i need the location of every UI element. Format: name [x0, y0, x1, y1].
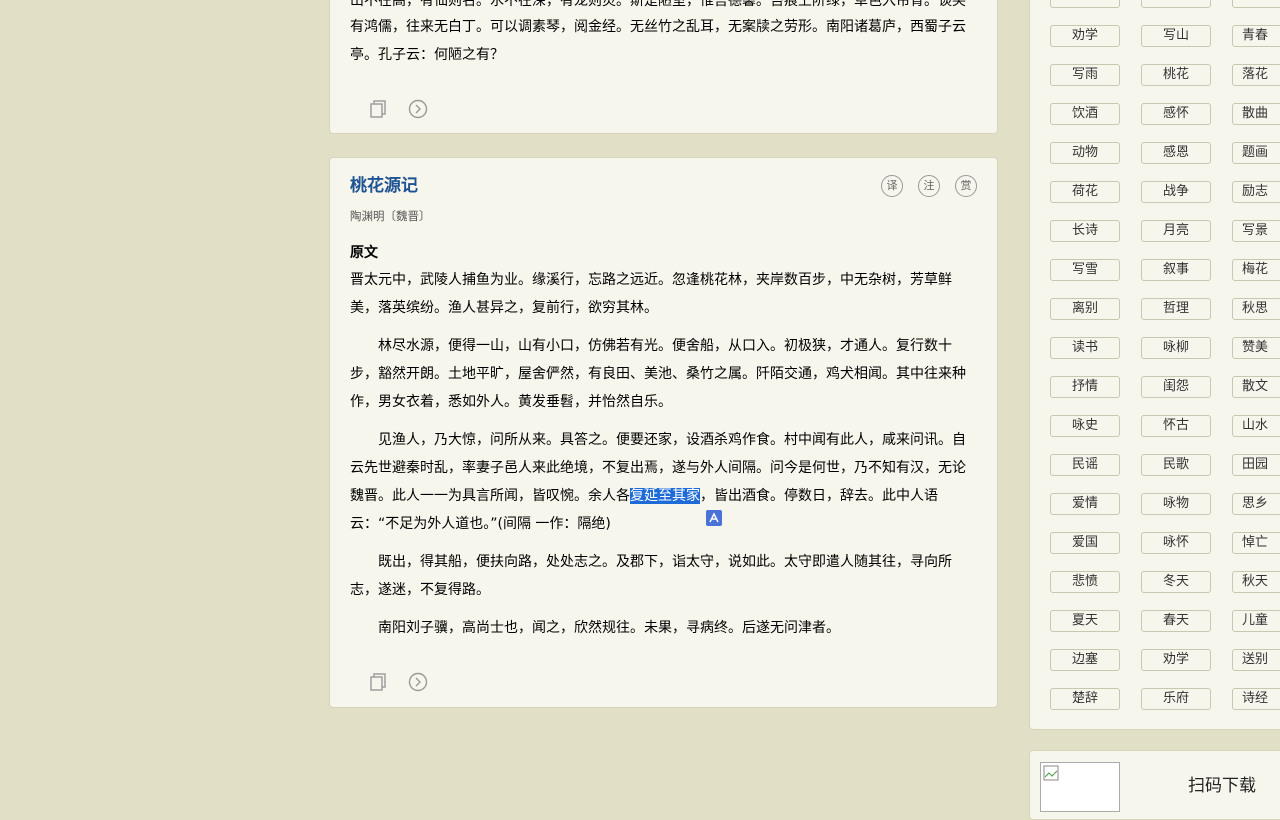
tag-link[interactable]: 散曲: [1232, 103, 1280, 125]
tag-link[interactable]: 叙事: [1141, 259, 1211, 281]
tag-link[interactable]: 民谣: [1050, 454, 1120, 476]
section-label-original: 原文: [350, 245, 378, 261]
tag-link[interactable]: 月亮: [1141, 220, 1211, 242]
poem-title[interactable]: 桃花源记: [350, 171, 418, 196]
tag-link[interactable]: 秋思: [1232, 298, 1280, 320]
qr-download-label: 扫码下载: [1188, 776, 1256, 796]
tag-link[interactable]: 爱国: [1050, 532, 1120, 554]
tag-link[interactable]: 怀古: [1141, 415, 1211, 437]
tag-link[interactable]: 山水: [1232, 415, 1280, 437]
tag-link[interactable]: 咏史: [1050, 415, 1120, 437]
tag-link[interactable]: 夏天: [1050, 610, 1120, 632]
tag-link[interactable]: 写山: [1141, 25, 1211, 47]
tag-link[interactable]: 荷花: [1050, 181, 1120, 203]
tag-link[interactable]: 咏怀: [1141, 532, 1211, 554]
tag-link[interactable]: 落花: [1232, 64, 1280, 86]
tag-link[interactable]: 饮酒: [1050, 103, 1120, 125]
poem-paragraph: 既出，得其船，便扶向路，处处志之。及郡下，诣太守，说如此。太守即遣人随其往，寻向…: [350, 554, 952, 598]
arrow-right-circle-icon[interactable]: [407, 98, 429, 120]
annotate-button[interactable]: 注: [918, 175, 940, 197]
tag-link[interactable]: 民歌: [1141, 454, 1211, 476]
tag-link[interactable]: 读书: [1050, 337, 1120, 359]
poem-paragraph: 林尽水源，便得一山，山有小口，仿佛若有光。便舍船，从口入。初极狭，才通人。复行数…: [350, 338, 966, 410]
tag-link[interactable]: 题画: [1232, 142, 1280, 164]
tag-link[interactable]: 咏柳: [1141, 337, 1211, 359]
tag-link[interactable]: 梅花: [1232, 259, 1280, 281]
tag-link[interactable]: 赞美: [1232, 337, 1280, 359]
tag-link[interactable]: 诗经: [1232, 688, 1280, 710]
qr-download-panel: 扫码下载: [1029, 750, 1280, 820]
tag-link[interactable]: 哲理: [1141, 298, 1211, 320]
tag-link[interactable]: 长诗: [1050, 220, 1120, 242]
poem-author[interactable]: 陶渊明〔魏晋〕: [350, 208, 431, 224]
tag-link[interactable]: 抒情: [1050, 376, 1120, 398]
tag-link[interactable]: 散文: [1232, 376, 1280, 398]
copy-icon[interactable]: [368, 671, 390, 693]
tag-link[interactable]: 励志: [1232, 181, 1280, 203]
tag-link[interactable]: 爱情: [1050, 493, 1120, 515]
selected-text[interactable]: 复延至其家: [630, 488, 700, 504]
translate-popup-icon[interactable]: [706, 510, 722, 526]
poem-paragraph: 南阳刘子骥，高尚士也，闻之，欣然规往。未果，寻病终。后遂无问津者。: [378, 620, 840, 636]
tag-link-partial[interactable]: [1050, 0, 1120, 8]
tag-link[interactable]: 青春: [1232, 25, 1280, 47]
poem-paragraph-selected: 见渔人，乃大惊，问所从来。具答之。便要还家，设酒杀鸡作食。村中闻有此人，咸来问讯…: [350, 426, 975, 538]
tag-link[interactable]: 闺怨: [1141, 376, 1211, 398]
tag-link[interactable]: 离别: [1050, 298, 1120, 320]
tag-link[interactable]: 思乡: [1232, 493, 1280, 515]
qr-code-image: [1040, 762, 1120, 812]
tag-link[interactable]: 劝学: [1050, 25, 1120, 47]
tag-link[interactable]: 咏物: [1141, 493, 1211, 515]
tag-link[interactable]: 悲愤: [1050, 571, 1120, 593]
tag-link[interactable]: 冬天: [1141, 571, 1211, 593]
poem-text-line: 有鸿儒，往来无白丁。可以调素琴，阅金经。无丝竹之乱耳，无案牍之劳形。南阳诸葛庐，…: [350, 19, 966, 35]
tag-link[interactable]: 写雨: [1050, 64, 1120, 86]
tag-link[interactable]: 感怀: [1141, 103, 1211, 125]
tag-link[interactable]: 写雪: [1050, 259, 1120, 281]
tag-link-partial[interactable]: [1141, 0, 1211, 8]
tag-link[interactable]: 动物: [1050, 142, 1120, 164]
tag-link[interactable]: 感恩: [1141, 142, 1211, 164]
tag-link[interactable]: 边塞: [1050, 649, 1120, 671]
poem-paragraph: 晋太元中，武陵人捕鱼为业。缘溪行，忘路之远近。忽逢桃花林，夹岸数百步，中无杂树，…: [350, 272, 952, 316]
tag-panel: 劝学 写雨 饮酒 动物 荷花 长诗 写雪 离别 读书 抒情 咏史 民谣 爱情 爱国 悲愤 夏天 边塞 楚辞 写山 桃花…: [1029, 0, 1280, 730]
tag-link-partial[interactable]: [1232, 0, 1280, 8]
copy-icon[interactable]: [368, 98, 390, 120]
tag-link[interactable]: 悼亡: [1232, 532, 1280, 554]
poem-card-previous: 山不在高，有仙则名。水不在深，有龙则灵。斯是陋室，惟吾德馨。苔痕上阶绿，草色入帘…: [329, 0, 998, 134]
poem-text-line: 亭。孔子云：何陋之有？: [350, 47, 504, 63]
broken-image-icon: [1043, 765, 1059, 781]
tag-link[interactable]: 春天: [1141, 610, 1211, 632]
tag-link[interactable]: 田园: [1232, 454, 1280, 476]
tag-link[interactable]: 儿童: [1232, 610, 1280, 632]
translate-button[interactable]: 译: [881, 175, 903, 197]
tag-link[interactable]: 写景: [1232, 220, 1280, 242]
tag-link[interactable]: 战争: [1141, 181, 1211, 203]
tag-link[interactable]: 秋天: [1232, 571, 1280, 593]
arrow-right-circle-icon[interactable]: [407, 671, 429, 693]
tag-link[interactable]: 桃花: [1141, 64, 1211, 86]
poem-card: 桃花源记 译 注 赏 陶渊明〔魏晋〕 原文 晋太元中，武陵人捕鱼为业。缘溪行，忘…: [329, 157, 998, 708]
tag-link[interactable]: 送别: [1232, 649, 1280, 671]
appreciate-button[interactable]: 赏: [955, 175, 977, 197]
tag-link[interactable]: 乐府: [1141, 688, 1211, 710]
tag-link[interactable]: 楚辞: [1050, 688, 1120, 710]
tag-link[interactable]: 劝学: [1141, 649, 1211, 671]
